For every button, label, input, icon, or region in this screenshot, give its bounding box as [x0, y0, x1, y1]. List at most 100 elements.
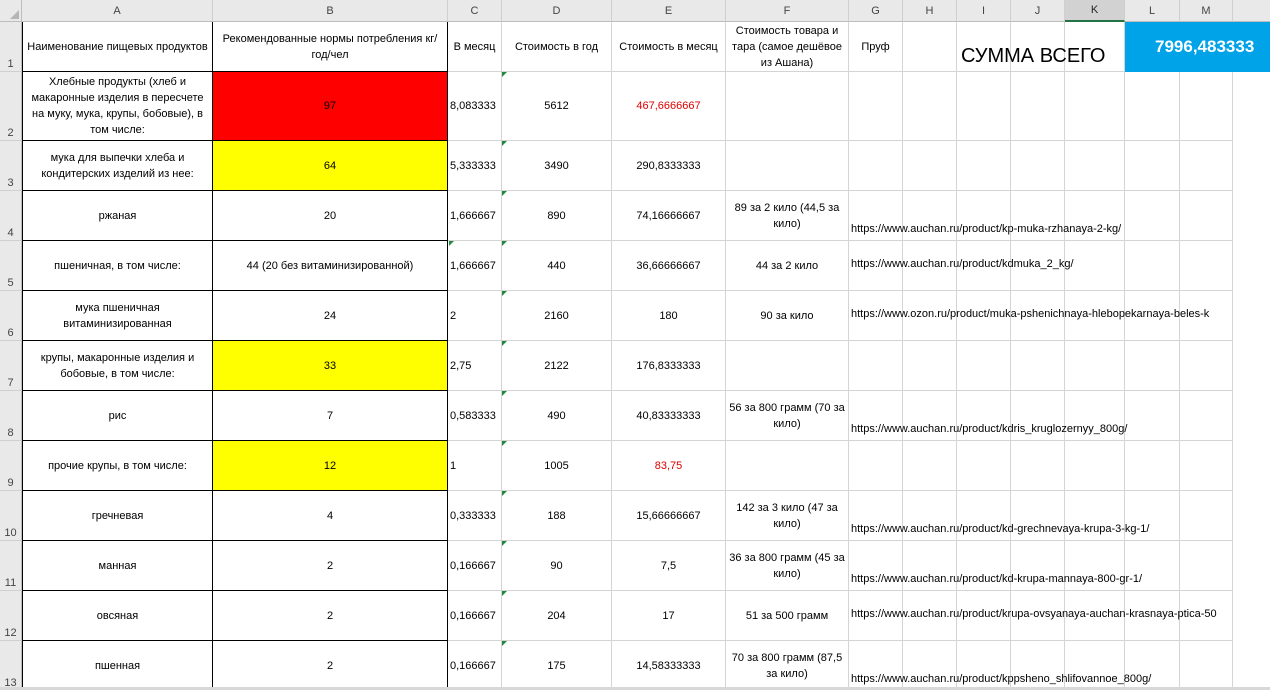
per-month-cell[interactable]: 1,666667 [448, 191, 502, 241]
empty-cell[interactable] [849, 341, 903, 391]
header-cell-c[interactable]: В месяц [448, 22, 502, 72]
empty-cell[interactable] [1180, 191, 1233, 241]
empty-cell[interactable] [1180, 541, 1233, 591]
proof-link[interactable]: https://www.auchan.ru/product/krupa-ovsy… [851, 608, 1217, 620]
empty-cell[interactable] [849, 141, 903, 191]
row-header-5[interactable]: 5 [0, 241, 22, 291]
empty-cell[interactable] [1180, 641, 1233, 690]
proof-link[interactable]: https://www.auchan.ru/product/kd-grechne… [851, 523, 1149, 535]
month-cost-cell[interactable]: 15,66666667 [612, 491, 726, 541]
per-month-cell[interactable]: 0,333333 [448, 491, 502, 541]
column-header-k[interactable]: K [1065, 0, 1125, 22]
empty-cell[interactable] [1180, 341, 1233, 391]
empty-cell[interactable] [1125, 441, 1180, 491]
header-cell-b[interactable]: Рекомендованные нормы потребления кг/год… [213, 22, 448, 72]
row-header-13[interactable]: 13 [0, 641, 22, 690]
empty-cell[interactable] [1125, 72, 1180, 141]
product-name-cell[interactable]: пшеничная, в том числе: [22, 241, 213, 291]
month-cost-cell[interactable]: 83,75 [612, 441, 726, 491]
empty-cell[interactable] [1180, 491, 1233, 541]
year-cost-cell[interactable]: 188 [502, 491, 612, 541]
month-cost-cell[interactable]: 290,8333333 [612, 141, 726, 191]
price-cell[interactable] [726, 341, 849, 391]
per-month-cell[interactable]: 0,583333 [448, 391, 502, 441]
empty-cell[interactable] [903, 341, 957, 391]
price-cell[interactable]: 44 за 2 кило [726, 241, 849, 291]
empty-cell[interactable] [957, 72, 1011, 141]
empty-cell[interactable] [903, 441, 957, 491]
norm-cell[interactable]: 12 [213, 441, 448, 491]
month-cost-cell[interactable]: 36,66666667 [612, 241, 726, 291]
empty-cell[interactable] [1011, 441, 1065, 491]
proof-link[interactable]: https://www.auchan.ru/product/kdmuka_2_k… [851, 258, 1074, 270]
empty-cell[interactable] [1011, 141, 1065, 191]
norm-cell[interactable]: 2 [213, 641, 448, 690]
column-header-c[interactable]: C [448, 0, 502, 22]
year-cost-cell[interactable]: 2160 [502, 291, 612, 341]
header-cell-f[interactable]: Стоимость товара и тара (самое дешёвое и… [726, 22, 849, 72]
empty-cell[interactable] [903, 72, 957, 141]
product-name-cell[interactable]: гречневая [22, 491, 213, 541]
year-cost-cell[interactable]: 3490 [502, 141, 612, 191]
column-header-b[interactable]: B [213, 0, 448, 22]
price-cell[interactable]: 90 за кило [726, 291, 849, 341]
month-cost-cell[interactable]: 74,16666667 [612, 191, 726, 241]
row-header-6[interactable]: 6 [0, 291, 22, 341]
row-header-11[interactable]: 11 [0, 541, 22, 591]
column-header-l[interactable]: L [1125, 0, 1180, 22]
column-header-e[interactable]: E [612, 0, 726, 22]
per-month-cell[interactable]: 1 [448, 441, 502, 491]
empty-cell[interactable] [1180, 241, 1233, 291]
year-cost-cell[interactable]: 440 [502, 241, 612, 291]
column-header-a[interactable]: A [22, 0, 213, 22]
month-cost-cell[interactable]: 176,8333333 [612, 341, 726, 391]
per-month-cell[interactable]: 5,333333 [448, 141, 502, 191]
month-cost-cell[interactable]: 180 [612, 291, 726, 341]
row-header-1[interactable]: 1 [0, 22, 22, 72]
select-all-corner[interactable] [0, 0, 22, 22]
norm-cell[interactable]: 2 [213, 541, 448, 591]
proof-link[interactable]: https://www.ozon.ru/product/muka-pshenic… [851, 308, 1209, 320]
product-name-cell[interactable]: прочие крупы, в том числе: [22, 441, 213, 491]
product-name-cell[interactable]: овсяная [22, 591, 213, 641]
empty-cell[interactable] [1065, 141, 1125, 191]
norm-cell[interactable]: 2 [213, 591, 448, 641]
product-name-cell[interactable]: ржаная [22, 191, 213, 241]
per-month-cell[interactable]: 0,166667 [448, 591, 502, 641]
empty-cell[interactable] [1065, 341, 1125, 391]
norm-cell[interactable]: 44 (20 без витаминизированной) [213, 241, 448, 291]
column-header-i[interactable]: I [957, 0, 1011, 22]
empty-cell[interactable] [1011, 341, 1065, 391]
column-header-f[interactable]: F [726, 0, 849, 22]
month-cost-cell[interactable]: 17 [612, 591, 726, 641]
row-header-7[interactable]: 7 [0, 341, 22, 391]
per-month-cell[interactable]: 2 [448, 291, 502, 341]
row-header-8[interactable]: 8 [0, 391, 22, 441]
column-header-m[interactable]: M [1180, 0, 1233, 22]
empty-cell[interactable] [1125, 391, 1180, 441]
empty-cell[interactable] [1065, 241, 1125, 291]
column-header-d[interactable]: D [502, 0, 612, 22]
norm-cell[interactable]: 33 [213, 341, 448, 391]
month-cost-cell[interactable]: 14,58333333 [612, 641, 726, 690]
per-month-cell[interactable]: 0,166667 [448, 541, 502, 591]
price-cell[interactable] [726, 441, 849, 491]
year-cost-cell[interactable]: 175 [502, 641, 612, 690]
product-name-cell[interactable]: рис [22, 391, 213, 441]
row-header-3[interactable]: 3 [0, 141, 22, 191]
empty-cell[interactable] [1125, 341, 1180, 391]
year-cost-cell[interactable]: 490 [502, 391, 612, 441]
header-cell-a[interactable]: Наименование пищевых продуктов [22, 22, 213, 72]
empty-cell[interactable] [903, 141, 957, 191]
empty-cell[interactable] [1125, 141, 1180, 191]
empty-cell[interactable] [1180, 391, 1233, 441]
column-header-j[interactable]: J [1011, 0, 1065, 22]
header-cell-e[interactable]: Стоимость в месяц [612, 22, 726, 72]
row-header-2[interactable]: 2 [0, 72, 22, 141]
empty-cell[interactable] [849, 441, 903, 491]
empty-cell[interactable] [1180, 72, 1233, 141]
proof-link[interactable]: https://www.auchan.ru/product/kdris_krug… [851, 423, 1127, 435]
norm-cell[interactable]: 4 [213, 491, 448, 541]
product-name-cell[interactable]: пшенная [22, 641, 213, 690]
empty-cell[interactable] [1180, 441, 1233, 491]
